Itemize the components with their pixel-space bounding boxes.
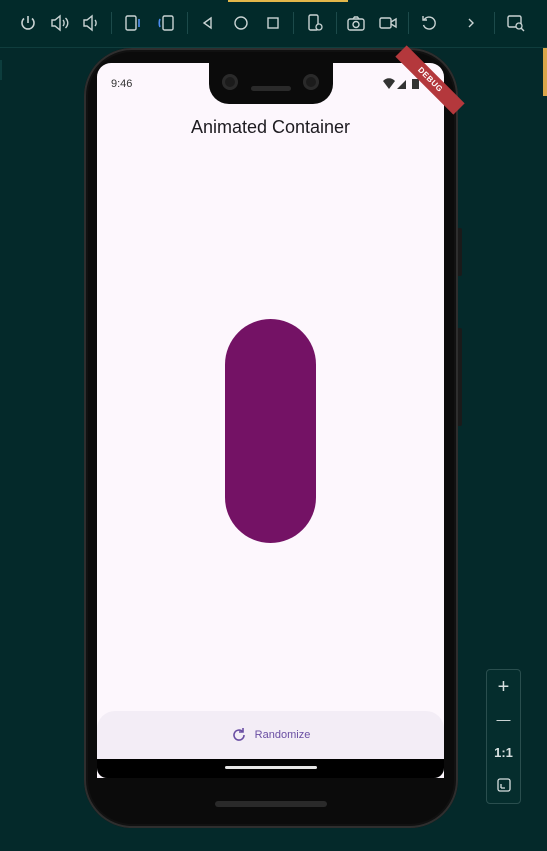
randomize-button[interactable]: Randomize [219,721,323,749]
overview-icon[interactable] [262,12,284,34]
volume-side-button[interactable] [458,228,462,276]
zoom-in-button[interactable]: + [487,673,520,701]
randomize-label: Randomize [254,729,311,741]
signal-icon [397,80,406,89]
bottom-button-bar: Randomize [97,711,444,759]
status-icons [383,77,419,95]
chevron-right-icon[interactable] [460,12,482,34]
home-icon[interactable] [230,12,252,34]
camera-icon[interactable] [345,12,367,34]
rotate-left-icon[interactable] [122,12,144,34]
front-sensor-icon [303,74,319,90]
device-settings-icon[interactable] [304,12,326,34]
volume-down-icon[interactable] [80,12,102,34]
gesture-home-bar[interactable] [225,766,317,769]
back-icon[interactable] [197,12,219,34]
front-camera-icon [222,74,238,90]
reset-icon[interactable] [418,12,440,34]
side-tick [0,60,2,80]
earpiece-speaker [251,86,291,91]
video-icon[interactable] [377,12,399,34]
refresh-icon [232,728,245,741]
battery-icon [412,79,419,89]
emulator-toolbar [0,0,547,48]
toolbar-accent [228,0,348,2]
power-icon[interactable] [17,12,39,34]
app-title: Animated Container [190,117,351,137]
actual-size-button[interactable]: 1:1 [487,738,520,766]
zoom-panel: + — 1:1 [486,669,521,804]
animated-container [225,319,316,543]
wifi-icon [383,78,395,89]
snapshot-search-icon[interactable] [505,12,527,34]
rotate-right-icon[interactable] [155,12,177,34]
speaker-grille [215,801,327,807]
volume-up-icon[interactable] [49,12,71,34]
power-side-button[interactable] [458,328,462,426]
zoom-out-button[interactable]: — [487,705,520,733]
side-accent [543,48,547,96]
fit-screen-icon[interactable] [487,771,520,799]
status-time: 9:46 [111,78,133,90]
